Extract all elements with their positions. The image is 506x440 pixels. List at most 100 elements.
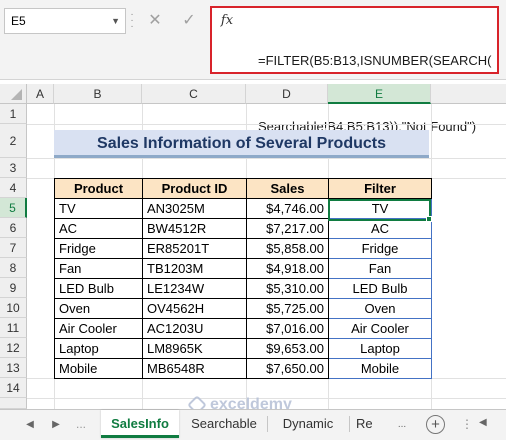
cell-filter[interactable]: Fridge (328, 238, 432, 259)
cell-filter[interactable]: Laptop (328, 338, 432, 359)
cell-product-id[interactable]: LE1234W (142, 278, 247, 299)
tab-separator (349, 416, 350, 432)
sheet-title[interactable]: Sales Information of Several Products (54, 130, 429, 158)
row-header-6[interactable]: 6 (0, 218, 27, 238)
table-row: TV AN3025M $4,746.00 TV (54, 198, 432, 219)
select-all-icon (11, 89, 22, 100)
cell-sales[interactable]: $5,858.00 (246, 238, 329, 259)
cell-product[interactable]: Oven (54, 298, 143, 319)
gridline (27, 158, 506, 159)
cell-filter[interactable]: Oven (328, 298, 432, 319)
header-sales[interactable]: Sales (246, 178, 329, 199)
table-row: Oven OV4562H $5,725.00 Oven (54, 298, 432, 319)
cell-filter[interactable]: LED Bulb (328, 278, 432, 299)
row-header-12[interactable]: 12 (0, 338, 27, 358)
fill-handle[interactable] (426, 216, 432, 222)
row-header-10[interactable]: 10 (0, 298, 27, 318)
tab-re[interactable]: Re (356, 410, 384, 438)
formula-bar: E5 ▼ · · · ✕ ✓ fx =FILTER(B5:B13,ISNUMBER(… (0, 0, 506, 134)
table-header-row: Product Product ID Sales Filter (54, 178, 432, 199)
column-header-e[interactable]: E (328, 84, 431, 104)
prev-sheet-icon[interactable]: ◀ (22, 417, 38, 433)
table-row: Laptop LM8965K $9,653.00 Laptop (54, 338, 432, 359)
tab-salesinfo[interactable]: SalesInfo (101, 410, 179, 438)
cell-sales[interactable]: $7,650.00 (246, 358, 329, 379)
header-product-id[interactable]: Product ID (142, 178, 247, 199)
table-row: Fridge ER85201T $5,858.00 Fridge (54, 238, 432, 259)
table-row: Fan TB1203M $4,918.00 Fan (54, 258, 432, 279)
cell-product-id[interactable]: ER85201T (142, 238, 247, 259)
column-header-b[interactable]: B (54, 84, 142, 104)
more-sheets-left[interactable]: ... (76, 417, 86, 431)
column-header-d[interactable]: D (246, 84, 328, 104)
name-box-value: E5 (11, 14, 26, 28)
table-row: Air Cooler AC1203U $7,016.00 Air Cooler (54, 318, 432, 339)
insert-function-icon[interactable]: fx (214, 8, 240, 34)
cell-product[interactable]: TV (54, 198, 143, 219)
add-sheet-button[interactable]: + (426, 415, 445, 434)
cell-product[interactable]: Air Cooler (54, 318, 143, 339)
cell-product[interactable]: Mobile (54, 358, 143, 379)
name-box[interactable]: E5 ▼ (4, 8, 126, 34)
cell-filter[interactable]: TV (328, 198, 432, 219)
sheet-tab-bar: ◀ ▶ ... SalesInfo Searchable Dynamic Re … (0, 409, 506, 440)
column-header-c[interactable]: C (142, 84, 246, 104)
column-header-blank (431, 84, 506, 104)
header-product[interactable]: Product (54, 178, 143, 199)
table-row: Mobile MB6548R $7,650.00 Mobile (54, 358, 432, 379)
tab-separator (267, 416, 268, 432)
cell-product[interactable]: Laptop (54, 338, 143, 359)
cell-product[interactable]: AC (54, 218, 143, 239)
formula-line-1: =FILTER(B5:B13,ISNUMBER(SEARCH( (258, 53, 492, 68)
drag-handle-icon[interactable]: · · · (129, 10, 135, 32)
cell-sales[interactable]: $7,217.00 (246, 218, 329, 239)
scroll-left-icon[interactable]: ◀ (479, 417, 487, 428)
cell-product-id[interactable]: TB1203M (142, 258, 247, 279)
cell-filter[interactable]: AC (328, 218, 432, 239)
cell-sales[interactable]: $7,016.00 (246, 318, 329, 339)
cell-product-id[interactable]: BW4512R (142, 218, 247, 239)
row-header-1[interactable]: 1 (0, 104, 27, 124)
cell-sales[interactable]: $5,310.00 (246, 278, 329, 299)
cell-product[interactable]: Fan (54, 258, 143, 279)
next-sheet-icon[interactable]: ▶ (48, 417, 64, 433)
cell-product-id[interactable]: OV4562H (142, 298, 247, 319)
row-header-5[interactable]: 5 (0, 198, 27, 218)
table-row: LED Bulb LE1234W $5,310.00 LED Bulb (54, 278, 432, 299)
enter-icon[interactable]: ✓ (176, 8, 202, 34)
select-all-corner[interactable] (0, 84, 27, 104)
cell-sales[interactable]: $4,746.00 (246, 198, 329, 219)
cell-filter[interactable]: Mobile (328, 358, 432, 379)
row-header-2[interactable]: 2 (0, 124, 27, 158)
cell-filter[interactable]: Fan (328, 258, 432, 279)
cell-product-id[interactable]: AN3025M (142, 198, 247, 219)
tab-searchable[interactable]: Searchable (184, 410, 264, 438)
row-header-14[interactable]: 14 (0, 378, 27, 398)
row-header-4[interactable]: 4 (0, 178, 27, 198)
cell-sales[interactable]: $4,918.00 (246, 258, 329, 279)
cell-sales[interactable]: $5,725.00 (246, 298, 329, 319)
column-header-a[interactable]: A (27, 84, 54, 104)
row-header-8[interactable]: 8 (0, 258, 27, 278)
header-filter[interactable]: Filter (328, 178, 432, 199)
gridline (27, 398, 506, 399)
cell-product-id[interactable]: LM8965K (142, 338, 247, 359)
cell-product[interactable]: LED Bulb (54, 278, 143, 299)
cell-product-id[interactable]: MB6548R (142, 358, 247, 379)
row-header-15[interactable] (0, 398, 27, 409)
cell-product[interactable]: Fridge (54, 238, 143, 259)
cancel-icon[interactable]: ✕ (142, 8, 168, 34)
row-header-13[interactable]: 13 (0, 358, 27, 378)
cell-filter[interactable]: Air Cooler (328, 318, 432, 339)
cell-product-id[interactable]: AC1203U (142, 318, 247, 339)
cell-sales[interactable]: $9,653.00 (246, 338, 329, 359)
gridline (27, 124, 506, 125)
tab-dynamic[interactable]: Dynamic (270, 410, 346, 438)
tab-menu-icon[interactable]: ⋮ (461, 417, 473, 431)
row-header-11[interactable]: 11 (0, 318, 27, 338)
row-header-3[interactable]: 3 (0, 158, 27, 178)
row-header-7[interactable]: 7 (0, 238, 27, 258)
row-header-9[interactable]: 9 (0, 278, 27, 298)
chevron-down-icon[interactable]: ▼ (111, 9, 120, 33)
more-sheets-right[interactable]: ... (394, 417, 410, 433)
